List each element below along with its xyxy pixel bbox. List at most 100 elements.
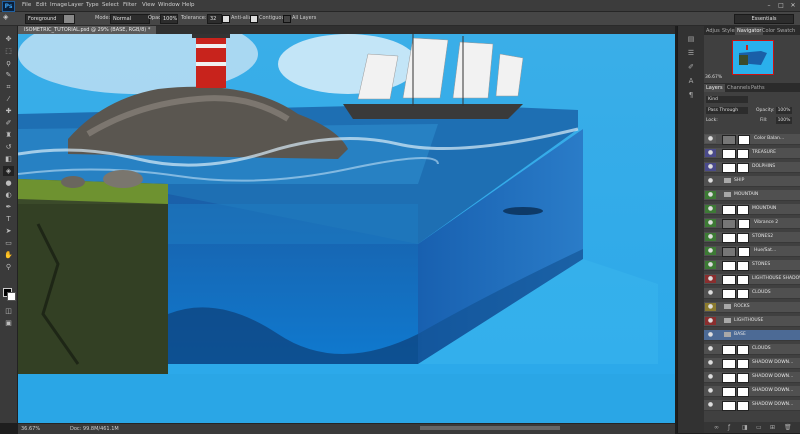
marquee-tool-icon[interactable]: ⬚ <box>3 46 14 56</box>
layer-row[interactable]: ● CLOUDS <box>704 288 800 299</box>
layer-row[interactable]: ● STONES2 <box>704 232 800 243</box>
layer-row[interactable]: ● ROCKS <box>704 302 800 313</box>
navigator-zoom[interactable]: 36.67% <box>705 75 799 83</box>
layer-row[interactable]: ● Vibrance 2 <box>704 218 800 229</box>
navigator-preview[interactable] <box>732 40 774 75</box>
layer-name[interactable]: SHADOW DOWN... <box>752 374 793 379</box>
add-mask-icon[interactable]: ◨ <box>742 424 748 431</box>
stamp-tool-icon[interactable]: ♜ <box>3 130 14 140</box>
blur-tool-icon[interactable]: ● <box>3 178 14 188</box>
layer-name[interactable]: SHADOW DOWN... <box>752 402 793 407</box>
layer-mask-thumbnail[interactable] <box>737 233 749 243</box>
visibility-eye-icon[interactable]: ● <box>705 163 716 171</box>
character-icon[interactable]: A <box>686 76 696 86</box>
visibility-eye-icon[interactable]: ● <box>705 345 716 353</box>
layer-filter-kind[interactable]: Kind <box>706 96 748 103</box>
visibility-eye-icon[interactable]: ● <box>705 219 716 227</box>
new-group-icon[interactable]: ▭ <box>756 424 762 431</box>
healing-tool-icon[interactable]: ✚ <box>3 106 14 116</box>
layer-mask-thumbnail[interactable] <box>737 205 749 215</box>
history-brush-tool-icon[interactable]: ↺ <box>3 142 14 152</box>
visibility-eye-icon[interactable]: ● <box>705 373 716 381</box>
menu-filter[interactable]: Filter <box>123 2 137 8</box>
fx-icon[interactable]: ƒ <box>728 424 730 431</box>
visibility-eye-icon[interactable]: ● <box>705 303 716 311</box>
layer-row[interactable]: ● SHADOW DOWN... <box>704 386 800 397</box>
properties-icon[interactable]: ☰ <box>686 48 696 58</box>
layer-row[interactable]: ● LIGHTHOUSE <box>704 316 800 327</box>
brush-tool-icon[interactable]: ✐ <box>3 118 14 128</box>
layer-name[interactable]: SHIP <box>734 178 744 183</box>
blend-mode-select[interactable]: Pass Through <box>706 107 748 114</box>
layer-row[interactable]: ● STONES <box>704 260 800 271</box>
eyedropper-tool-icon[interactable]: ⁄ <box>3 94 14 104</box>
layer-row[interactable]: ● DOLPHINS <box>704 162 800 173</box>
quick-mask-icon[interactable]: ◫ <box>3 306 14 316</box>
layer-name[interactable]: STONES <box>752 262 770 267</box>
layer-name[interactable]: LIGHTHOUSE <box>734 318 763 323</box>
layer-mask-thumbnail[interactable] <box>737 373 749 383</box>
document-tab[interactable]: ISOMETRIC_TUTORIAL.psd @ 29% (BASE, RGB/… <box>18 26 157 34</box>
pen-tool-icon[interactable]: ✒ <box>3 202 14 212</box>
workspace-select[interactable]: Essentials <box>734 14 794 24</box>
layer-name[interactable]: STONES2 <box>752 234 773 239</box>
visibility-eye-icon[interactable]: ● <box>705 359 716 367</box>
layer-name[interactable]: Vibrance 2 <box>754 220 778 225</box>
layer-name[interactable]: ROCKS <box>734 304 750 309</box>
tab-swatches[interactable]: Swatch <box>775 27 797 35</box>
pattern-swatch[interactable] <box>63 14 75 24</box>
layer-row[interactable]: ● Hue/Sat... <box>704 246 800 257</box>
layer-name[interactable]: SHADOW DOWN... <box>752 360 793 365</box>
all-layers-checkbox[interactable] <box>283 15 291 23</box>
tab-paths[interactable]: Paths <box>749 84 767 92</box>
trash-icon[interactable]: 🗑 <box>784 424 792 431</box>
visibility-eye-icon[interactable]: ● <box>705 275 716 283</box>
layer-name[interactable]: Hue/Sat... <box>754 248 776 253</box>
layer-mask-thumbnail[interactable] <box>737 387 749 397</box>
new-layer-icon[interactable]: ⊞ <box>770 424 775 431</box>
dodge-tool-icon[interactable]: ◐ <box>3 190 14 200</box>
mode-select[interactable]: Normal <box>110 14 150 24</box>
layer-mask-thumbnail[interactable] <box>737 163 749 173</box>
menu-image[interactable]: Image <box>50 2 67 8</box>
paint-bucket-icon[interactable]: ◈ <box>3 13 8 21</box>
visibility-eye-icon[interactable]: ● <box>705 177 716 185</box>
maximize-icon[interactable]: □ <box>776 2 786 9</box>
layer-row[interactable]: ● MOUNTAIN <box>704 204 800 215</box>
document-canvas[interactable] <box>18 34 675 423</box>
layer-name[interactable]: BASE <box>734 332 746 337</box>
visibility-eye-icon[interactable]: ● <box>705 317 716 325</box>
layer-mask-thumbnail[interactable] <box>738 219 750 229</box>
layer-name[interactable]: DOLPHINS <box>752 164 775 169</box>
horizontal-scrollbar[interactable] <box>420 426 560 430</box>
tab-layers[interactable]: Layers <box>704 84 725 92</box>
layer-row[interactable]: ● TREASURE <box>704 148 800 159</box>
visibility-eye-icon[interactable]: ● <box>705 289 716 297</box>
status-zoom[interactable]: 36.67% <box>21 426 40 432</box>
history-icon[interactable]: ▤ <box>686 34 696 44</box>
visibility-eye-icon[interactable]: ● <box>705 247 716 255</box>
visibility-eye-icon[interactable]: ● <box>705 205 716 213</box>
antialias-checkbox[interactable] <box>222 15 230 23</box>
menu-edit[interactable]: Edit <box>36 2 47 8</box>
visibility-eye-icon[interactable]: ● <box>705 331 716 339</box>
layer-row[interactable]: ● SHADOW DOWN... <box>704 400 800 411</box>
layer-name[interactable]: Color Balan... <box>754 136 784 141</box>
layer-mask-thumbnail[interactable] <box>737 345 749 355</box>
crop-tool-icon[interactable]: ⌗ <box>3 82 14 92</box>
menu-window[interactable]: Window <box>158 2 180 8</box>
eraser-tool-icon[interactable]: ◧ <box>3 154 14 164</box>
quick-select-tool-icon[interactable]: ✎ <box>3 70 14 80</box>
menu-layer[interactable]: Layer <box>68 2 83 8</box>
visibility-eye-icon[interactable]: ● <box>705 261 716 269</box>
visibility-eye-icon[interactable]: ● <box>705 233 716 241</box>
layer-name[interactable]: TREASURE <box>752 150 776 155</box>
paragraph-icon[interactable]: ¶ <box>686 90 696 100</box>
menu-type[interactable]: Type <box>86 2 99 8</box>
visibility-eye-icon[interactable]: ● <box>705 135 716 143</box>
menu-file[interactable]: File <box>22 2 31 8</box>
visibility-eye-icon[interactable]: ● <box>705 191 716 199</box>
layer-name[interactable]: LIGHTHOUSE SHADOW <box>752 276 800 281</box>
lasso-tool-icon[interactable]: ϙ <box>3 58 14 68</box>
shape-tool-icon[interactable]: ▭ <box>3 238 14 248</box>
